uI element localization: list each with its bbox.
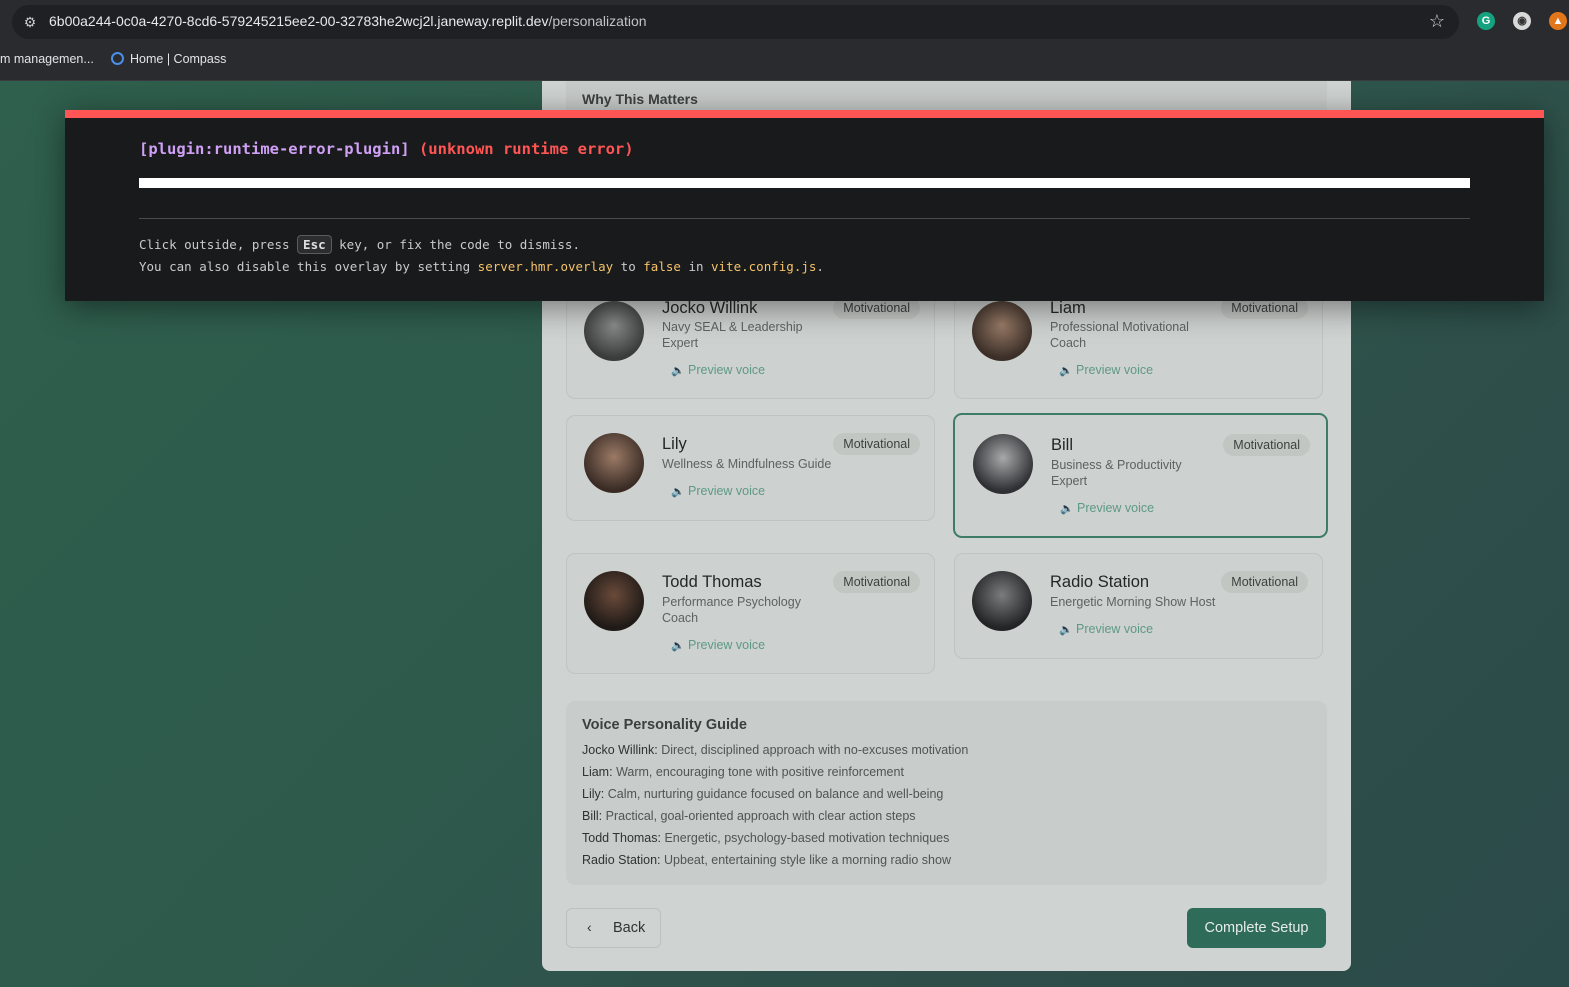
avatar <box>584 301 644 361</box>
preview-voice-link[interactable]: 🔈 Preview voice <box>1060 501 1154 515</box>
disable-tip: You can also disable this overlay by set… <box>139 259 824 274</box>
metamask-extension-icon[interactable]: ▲ <box>1549 12 1567 30</box>
voice-description: Professional Motivational Coach <box>1050 320 1189 350</box>
avatar <box>584 433 644 493</box>
avatar <box>584 571 644 631</box>
voice-personality-guide: Voice Personality Guide Jocko Willink: D… <box>566 701 1327 885</box>
chevron-left-icon: ‹ <box>587 919 592 935</box>
error-message: (unknown runtime error) <box>418 140 634 158</box>
voice-card-liam[interactable]: Liam Professional Motivational Coach Mot… <box>954 286 1323 399</box>
voice-description: Performance Psychology Coach <box>662 595 801 625</box>
esc-key: Esc <box>297 235 332 254</box>
site-settings-icon[interactable]: ⚙ <box>20 12 40 32</box>
guide-line: Radio Station: Upbeat, entertaining styl… <box>582 853 951 867</box>
complete-setup-button[interactable]: Complete Setup <box>1187 908 1326 948</box>
guide-line: Todd Thomas: Energetic, psychology-based… <box>582 831 950 845</box>
bookmark-item-compass[interactable]: Home | Compass <box>111 52 226 66</box>
guide-line: Bill: Practical, goal-oriented approach … <box>582 809 916 823</box>
error-plugin: [plugin:runtime-error-plugin] <box>139 140 410 158</box>
voice-badge: Motivational <box>833 571 920 593</box>
bookmark-item[interactable]: m managemen... <box>0 52 94 66</box>
guide-title: Voice Personality Guide <box>582 717 747 733</box>
voice-description: Business & Productivity Expert <box>1051 458 1182 488</box>
error-stack-box <box>139 178 1470 188</box>
voice-card-bill[interactable]: Bill Business & Productivity Expert Moti… <box>953 413 1328 538</box>
guide-line: Liam: Warm, encouraging tone with positi… <box>582 765 904 779</box>
voice-card-todd[interactable]: Todd Thomas Performance Psychology Coach… <box>566 553 935 674</box>
extension-icon[interactable]: ◉ <box>1513 12 1531 30</box>
voice-name: Radio Station <box>1050 573 1150 591</box>
voice-badge: Motivational <box>833 433 920 455</box>
speaker-icon: 🔈 <box>671 365 685 377</box>
voice-description: Energetic Morning Show Host <box>1050 595 1216 609</box>
voice-card-radio-station[interactable]: Radio Station Energetic Morning Show Hos… <box>954 553 1323 659</box>
voice-name: Todd Thomas <box>662 573 762 591</box>
guide-line: Lily: Calm, nurturing guidance focused o… <box>582 787 944 801</box>
address-bar[interactable]: ⚙ 6b00a244-0c0a-4270-8cd6-579245215ee2-0… <box>12 5 1459 39</box>
voice-name: Lily <box>662 435 687 453</box>
preview-voice-link[interactable]: 🔈 Preview voice <box>671 638 765 652</box>
voice-description: Navy SEAL & Leadership Expert <box>662 320 803 350</box>
voice-name: Jocko Willink <box>662 299 758 317</box>
browser-chrome: ⚙ 6b00a244-0c0a-4270-8cd6-579245215ee2-0… <box>0 0 1569 81</box>
runtime-error-overlay[interactable]: [plugin:runtime-error-plugin] (unknown r… <box>65 110 1544 301</box>
voice-badge: Motivational <box>1221 571 1308 593</box>
error-title: [plugin:runtime-error-plugin] (unknown r… <box>139 140 634 158</box>
voice-badge: Motivational <box>1223 434 1310 456</box>
speaker-icon: 🔈 <box>671 486 685 498</box>
divider <box>139 218 1470 219</box>
voice-description: Wellness & Mindfulness Guide <box>662 457 832 471</box>
dismiss-tip: Click outside, press Esc key, or fix the… <box>139 235 580 254</box>
compass-icon <box>111 52 124 65</box>
preview-voice-link[interactable]: 🔈 Preview voice <box>1059 363 1153 377</box>
voice-name: Liam <box>1050 299 1086 317</box>
bookmark-star-icon[interactable]: ☆ <box>1429 11 1445 32</box>
preview-voice-link[interactable]: 🔈 Preview voice <box>1059 622 1153 636</box>
voice-card-lily[interactable]: Lily Wellness & Mindfulness Guide Motiva… <box>566 415 935 521</box>
speaker-icon: 🔈 <box>1059 365 1073 377</box>
back-button[interactable]: ‹ Back <box>566 908 661 948</box>
speaker-icon: 🔈 <box>1059 624 1073 636</box>
voice-card-jocko[interactable]: Jocko Willink Navy SEAL & Leadership Exp… <box>566 286 935 399</box>
avatar <box>972 301 1032 361</box>
avatar <box>973 434 1033 494</box>
speaker-icon: 🔈 <box>1060 503 1074 515</box>
avatar <box>972 571 1032 631</box>
voice-name: Bill <box>1051 436 1074 454</box>
preview-voice-link[interactable]: 🔈 Preview voice <box>671 363 765 377</box>
speaker-icon: 🔈 <box>671 640 685 652</box>
grammarly-extension-icon[interactable]: G <box>1477 12 1495 30</box>
guide-line: Jocko Willink: Direct, disciplined appro… <box>582 743 969 757</box>
preview-voice-link[interactable]: 🔈 Preview voice <box>671 484 765 498</box>
url-text[interactable]: 6b00a244-0c0a-4270-8cd6-579245215ee2-00-… <box>49 13 647 29</box>
why-this-matters-title: Why This Matters <box>582 91 698 107</box>
